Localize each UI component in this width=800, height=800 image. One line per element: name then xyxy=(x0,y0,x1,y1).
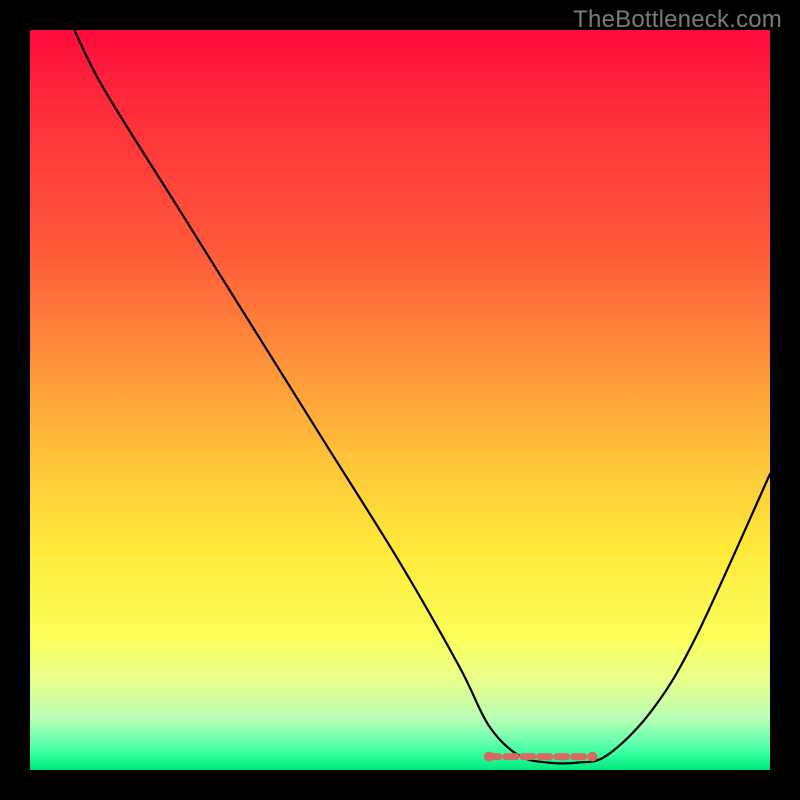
flat-region-dot-right xyxy=(587,752,597,762)
plot-area xyxy=(30,30,770,770)
chart-frame: TheBottleneck.com xyxy=(0,0,800,800)
flat-region-dot-left xyxy=(484,752,494,762)
curve-layer xyxy=(30,30,770,770)
bottleneck-curve xyxy=(74,30,770,764)
